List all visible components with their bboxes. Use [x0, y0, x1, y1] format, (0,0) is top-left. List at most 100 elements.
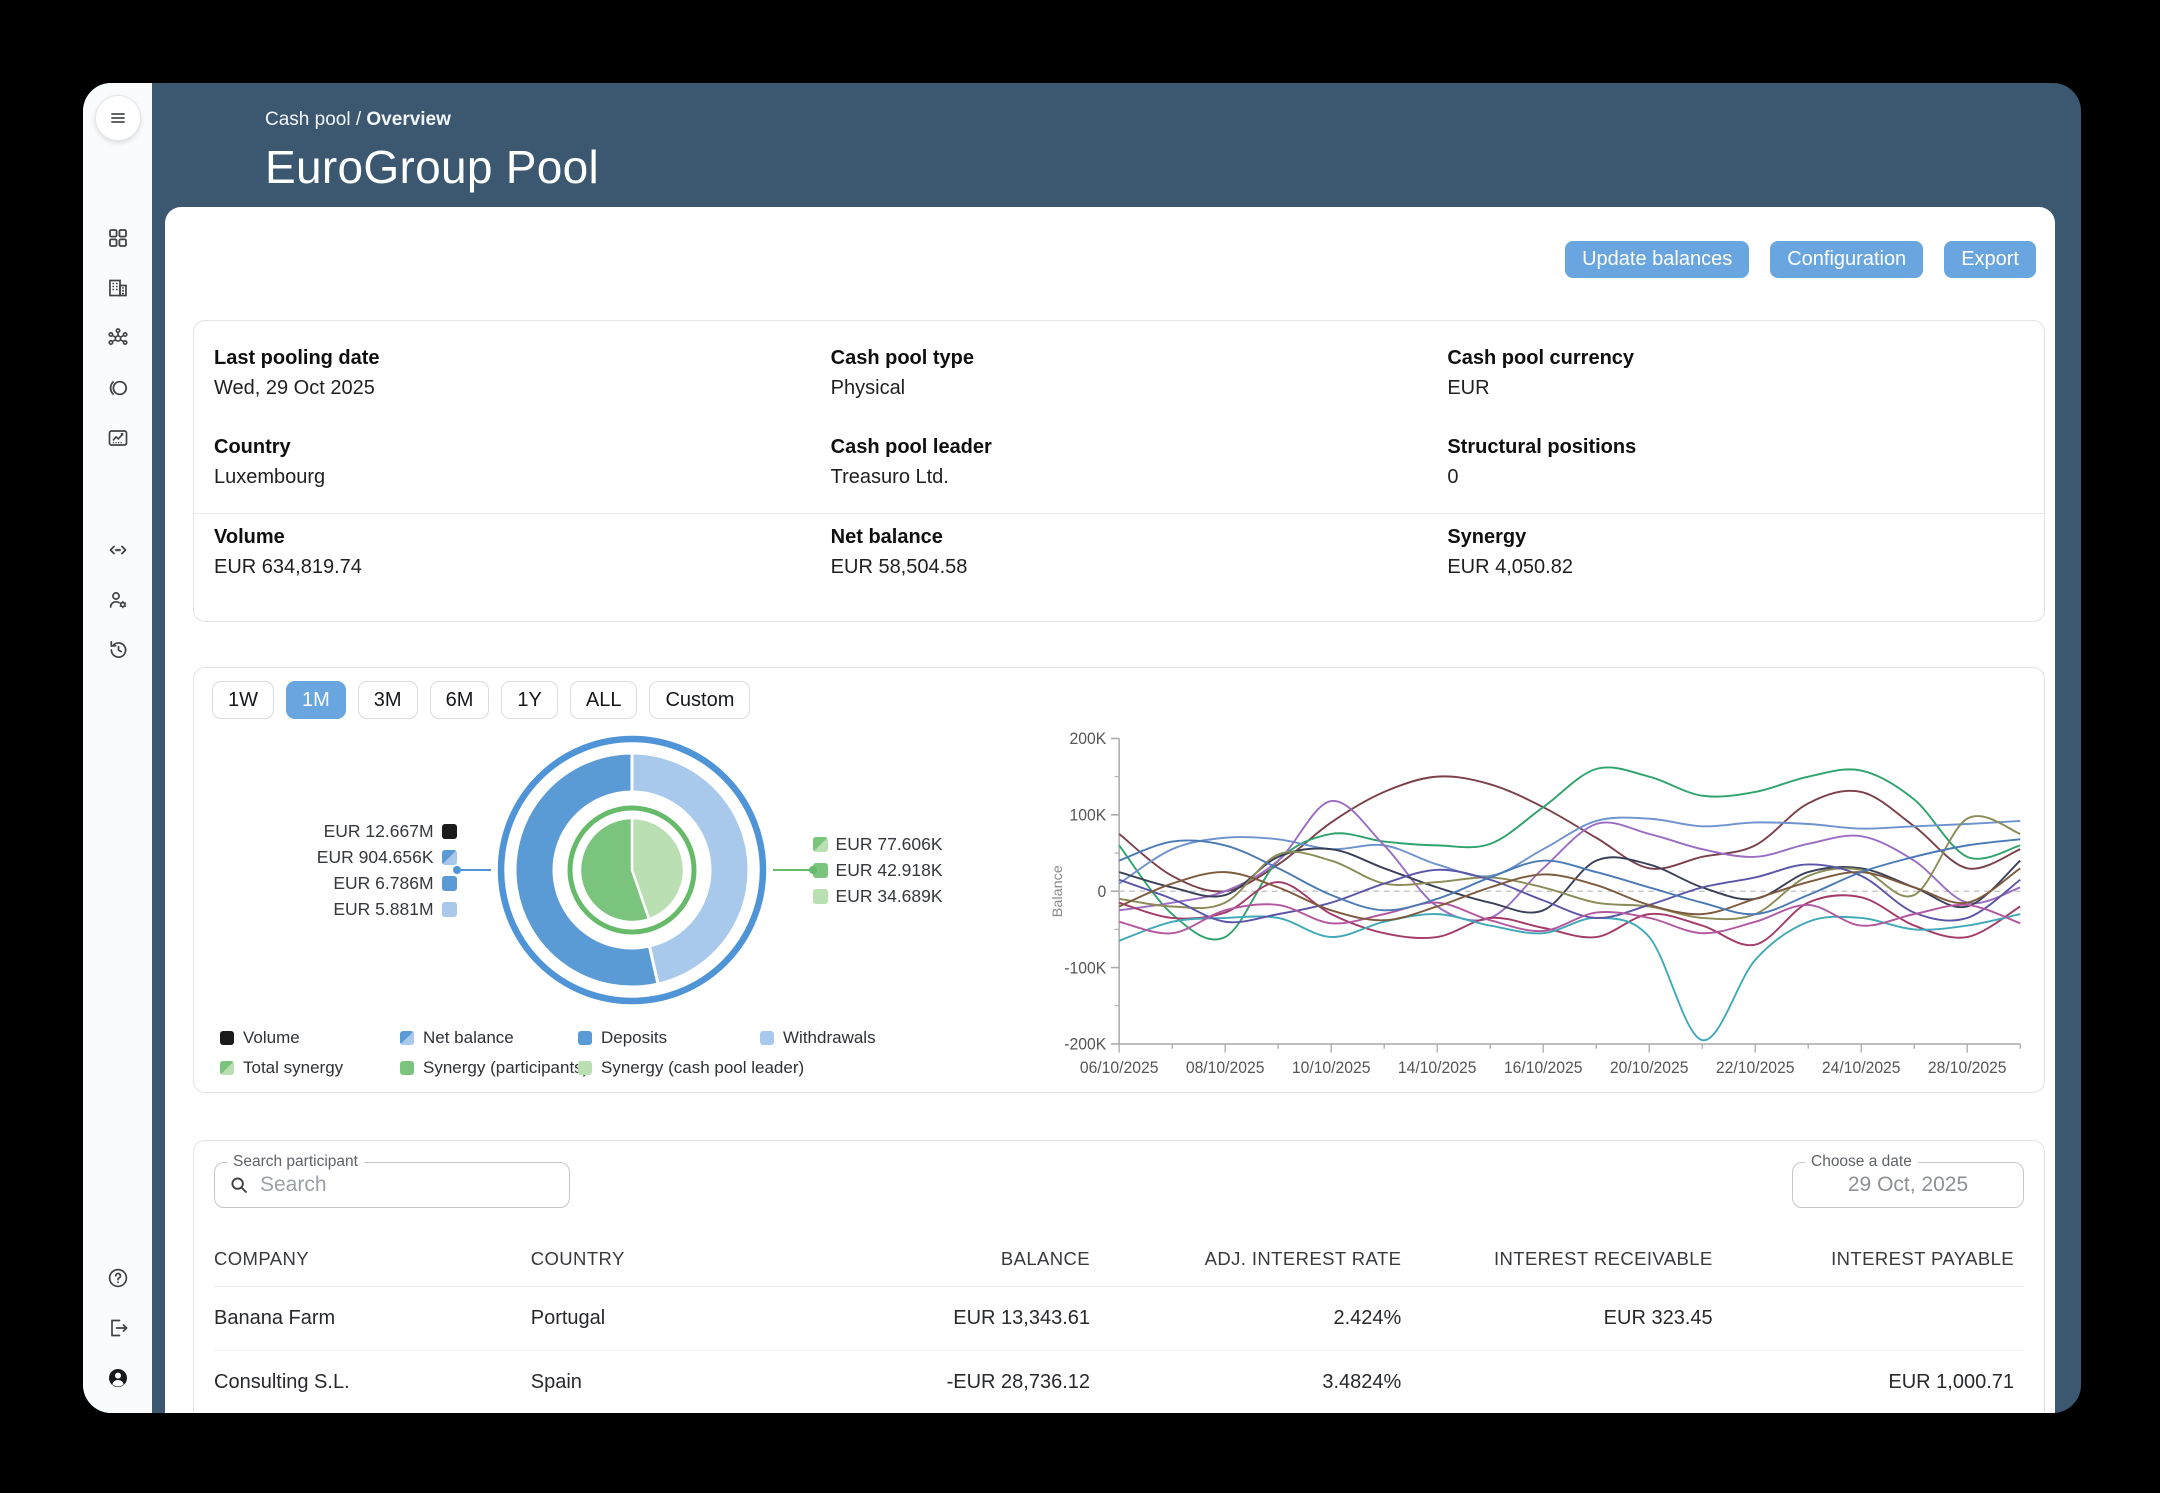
svg-text:06/10/2025: 06/10/2025	[1080, 1059, 1159, 1077]
svg-text:-100K: -100K	[1065, 959, 1107, 977]
donut-chart: EUR 12.667M EUR 904.656K EUR 6.786M EUR 5.8…	[212, 729, 1047, 1011]
donut-value-text: EUR 77.606K	[836, 834, 943, 855]
info-field-value: EUR 4,050.82	[1447, 556, 2044, 579]
network-icon[interactable]	[105, 325, 131, 351]
range-button-all[interactable]: ALL	[570, 681, 638, 719]
column-header-balance[interactable]: BALANCE	[782, 1238, 1090, 1287]
legend-item: Total synergy	[220, 1058, 400, 1078]
legend-item: Deposits	[578, 1028, 760, 1048]
column-header-adj-interest-rate[interactable]: ADJ. INTEREST RATE	[1090, 1238, 1401, 1287]
balance-series-4	[1120, 801, 2021, 921]
donut-value-label: EUR 77.606K	[813, 834, 943, 855]
export-button[interactable]: Export	[1944, 241, 2036, 278]
withdrawals-legend-swatch	[760, 1031, 774, 1045]
info-field-value: EUR	[1447, 377, 2044, 400]
breadcrumb-current: Overview	[366, 109, 451, 130]
legend-item: Net balance	[400, 1028, 578, 1048]
range-button-1m[interactable]: 1M	[286, 681, 346, 719]
info-field-label: Cash pool leader	[831, 436, 1428, 459]
balance-series-6	[1120, 816, 2021, 919]
info-field: Cash pool typePhysical	[811, 335, 1428, 424]
info-field-label: Cash pool currency	[1447, 347, 2044, 370]
svg-text:100K: 100K	[1070, 806, 1107, 824]
column-header-interest-payable[interactable]: INTEREST PAYABLE	[1713, 1238, 2024, 1287]
configuration-button[interactable]: Configuration	[1770, 241, 1923, 278]
donut-legend: VolumeNet balanceDepositsWithdrawalsTota…	[220, 1028, 1047, 1078]
breadcrumb-section[interactable]: Cash pool	[265, 109, 351, 130]
cell-payable	[1713, 1287, 2024, 1351]
svg-text:20/10/2025: 20/10/2025	[1610, 1059, 1689, 1077]
hamburger-icon	[105, 105, 131, 131]
svg-text:22/10/2025: 22/10/2025	[1716, 1059, 1795, 1077]
sidebar-bottom	[105, 1265, 131, 1391]
range-button-6m[interactable]: 6M	[430, 681, 490, 719]
account-icon[interactable]	[105, 1365, 131, 1391]
menu-button[interactable]	[95, 95, 141, 141]
cash-pool-icon[interactable]	[105, 375, 131, 401]
cell-payable: EUR 1,000.71	[1713, 1351, 2024, 1414]
legend-label: Volume	[243, 1028, 300, 1048]
svg-text:14/10/2025: 14/10/2025	[1398, 1059, 1477, 1077]
cell-balance: EUR 13,343.61	[782, 1287, 1090, 1351]
table-row[interactable]: Consulting S.L.Spain-EUR 28,736.123.4824…	[214, 1351, 2024, 1414]
company-icon[interactable]	[105, 275, 131, 301]
connections-icon[interactable]	[105, 537, 131, 563]
info-field-value: Treasuro Ltd.	[831, 466, 1428, 489]
donut-value-text: EUR 6.786M	[333, 873, 433, 894]
info-field: Cash pool currency EUR	[1427, 335, 2044, 424]
range-button-3m[interactable]: 3M	[358, 681, 418, 719]
svg-text:0: 0	[1098, 883, 1107, 901]
synergy-leader-swatch	[813, 889, 828, 904]
donut-value-label: EUR 5.881M	[333, 899, 456, 920]
donut-svg	[491, 729, 773, 1011]
help-icon[interactable]	[105, 1265, 131, 1291]
breadcrumb: Cash pool / Overview	[265, 109, 2081, 131]
history-icon[interactable]	[105, 637, 131, 663]
range-button-custom[interactable]: Custom	[649, 681, 750, 719]
time-range-selector: 1W 1M 3M 6M 1Y ALL Custom	[212, 681, 2028, 719]
analytics-icon[interactable]	[105, 425, 131, 451]
info-field: Cash pool leader Treasuro Ltd.	[811, 424, 1428, 513]
participants-table: COMPANYCOUNTRYBALANCEADJ. INTEREST RATEI…	[214, 1238, 2024, 1413]
donut-value-label: EUR 6.786M	[333, 873, 456, 894]
date-field-label: Choose a date	[1805, 1153, 1918, 1171]
net-balance-legend-swatch	[400, 1031, 414, 1045]
search-input[interactable]: Search participant Search	[214, 1162, 570, 1208]
donut-value-text: EUR 42.918K	[836, 860, 943, 881]
table-row[interactable]: Banana FarmPortugalEUR 13,343.612.424%EU…	[214, 1287, 2024, 1351]
svg-text:08/10/2025: 08/10/2025	[1186, 1059, 1265, 1077]
update-balances-button[interactable]: Update balances	[1565, 241, 1749, 278]
svg-text:200K: 200K	[1070, 730, 1107, 748]
svg-text:10/10/2025: 10/10/2025	[1292, 1059, 1371, 1077]
svg-text:16/10/2025: 16/10/2025	[1504, 1059, 1583, 1077]
info-field: Net balanceEUR 58,504.58	[811, 514, 1428, 603]
cell-rate: 2.424%	[1090, 1287, 1401, 1351]
column-header-interest-receivable[interactable]: INTEREST RECEIVABLE	[1401, 1238, 1712, 1287]
volume-swatch	[442, 824, 457, 839]
info-field-label: Structural positions	[1447, 436, 2044, 459]
dashboard-icon[interactable]	[105, 225, 131, 251]
synergy-participants-legend-swatch	[400, 1061, 414, 1075]
info-field-value: EUR 634,819.74	[214, 556, 811, 579]
donut-value-text: EUR 12.667M	[324, 821, 434, 842]
user-settings-icon[interactable]	[105, 587, 131, 613]
logout-icon[interactable]	[105, 1315, 131, 1341]
column-header-company[interactable]: COMPANY	[214, 1238, 531, 1287]
donut-left-connector	[457, 869, 491, 872]
date-picker[interactable]: Choose a date 29 Oct, 2025	[1792, 1162, 2024, 1208]
legend-label: Total synergy	[243, 1058, 343, 1078]
search-field-label: Search participant	[227, 1153, 364, 1171]
range-button-1y[interactable]: 1Y	[501, 681, 557, 719]
donut-value-label: EUR 904.656K	[317, 847, 457, 868]
legend-label: Synergy (cash pool leader)	[601, 1058, 804, 1078]
charts-row: EUR 12.667M EUR 904.656K EUR 6.786M EUR 5.8…	[212, 723, 2028, 1092]
page-header: Cash pool / Overview EuroGroup Pool	[152, 83, 2081, 207]
app-window: Cash pool / Overview EuroGroup Pool Upda…	[83, 83, 2081, 1413]
svg-text:28/10/2025: 28/10/2025	[1928, 1059, 2007, 1077]
range-button-1w[interactable]: 1W	[212, 681, 274, 719]
column-header-country[interactable]: COUNTRY	[531, 1238, 783, 1287]
cell-receivable	[1401, 1351, 1712, 1414]
content-card: Update balances Configuration Export Las…	[165, 207, 2055, 1413]
info-field-label: Country	[214, 436, 811, 459]
info-field-label: Volume	[214, 526, 811, 549]
